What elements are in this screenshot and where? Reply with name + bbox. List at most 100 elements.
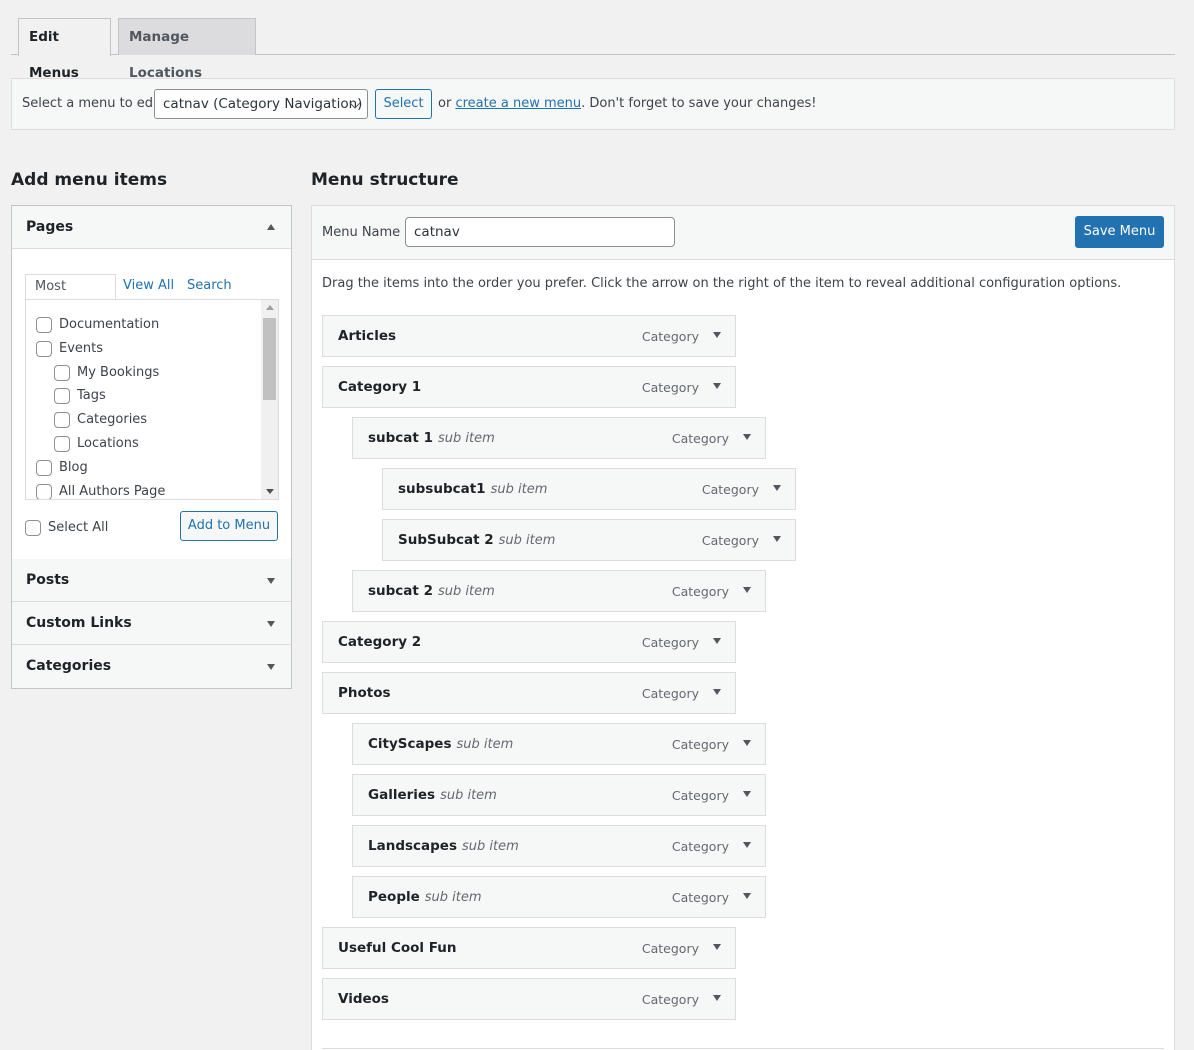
page-checkbox[interactable] (36, 317, 52, 333)
expand-arrow-icon[interactable] (737, 428, 757, 448)
menu-item[interactable]: Landscapes sub item Category (352, 825, 766, 867)
accordion-custom-links-header[interactable]: Custom Links (12, 602, 291, 645)
menu-item-subtitle: sub item (462, 839, 519, 854)
menu-item-title-text: Category 1 (338, 379, 422, 395)
menu-name-input[interactable]: catnav (405, 217, 675, 247)
menu-item-subtitle: sub item (437, 584, 495, 599)
expand-arrow-icon[interactable] (707, 683, 727, 703)
menu-item[interactable]: CityScapes sub item Category (352, 723, 766, 765)
scroll-up-arrow-icon[interactable] (266, 305, 274, 310)
arrow-down-icon (713, 332, 721, 338)
menu-item-title: SubSubcat 2 sub item (398, 532, 555, 548)
page-checkbox-label: Tags (77, 388, 106, 404)
tab-manage-locations[interactable]: Manage Locations (118, 18, 256, 81)
page-checkbox-label: Locations (77, 436, 139, 451)
menu-item-type: Category (701, 533, 759, 548)
scroll-thumb[interactable] (263, 318, 276, 400)
select-all-checkbox[interactable] (25, 520, 41, 536)
menu-item[interactable]: subsubcat1 sub item Category (382, 468, 796, 510)
expand-arrow-icon[interactable] (767, 479, 787, 499)
page-checkbox[interactable] (36, 483, 52, 499)
menu-item-title-text: CityScapes (368, 736, 452, 752)
divider (322, 1048, 1164, 1049)
menu-item-title-text: Videos (338, 991, 389, 1007)
page-checkbox[interactable] (54, 388, 70, 405)
menu-item[interactable]: Useful Cool Fun Category (322, 927, 736, 969)
menu-item-subtitle: sub item (490, 482, 548, 497)
arrow-down-icon (713, 638, 721, 644)
select-button[interactable]: Select (375, 89, 432, 119)
menu-item-subtitle: sub item (424, 890, 482, 905)
expand-arrow-icon[interactable] (737, 581, 757, 601)
menu-item[interactable]: People sub item Category (352, 876, 766, 918)
page-checkbox[interactable] (54, 436, 70, 452)
menu-item[interactable]: Galleries sub item Category (352, 774, 766, 816)
accordion-custom-links-title: Custom Links (26, 615, 132, 631)
menu-item[interactable]: Videos Category (322, 978, 736, 1020)
tab-edit-menus[interactable]: Edit Menus (18, 18, 111, 81)
create-new-menu-link[interactable]: create a new menu (455, 96, 581, 111)
arrow-down-icon (743, 434, 751, 440)
menu-item[interactable]: subcat 1 sub item Category (352, 417, 766, 459)
expand-arrow-icon[interactable] (707, 989, 727, 1009)
arrow-down-icon (773, 485, 781, 491)
arrow-down-icon (743, 893, 751, 899)
menu-item-title: Category 1 (338, 379, 421, 395)
menu-item-title-text: Useful Cool Fun (338, 940, 457, 956)
page-checkbox[interactable] (54, 412, 70, 429)
menu-item-type: Category (641, 380, 699, 395)
expand-arrow-icon[interactable] (737, 887, 757, 907)
arrow-down-icon (743, 740, 751, 746)
menu-item-type: Category (671, 431, 729, 446)
expand-arrow-icon (267, 621, 275, 627)
page-checkbox-label: Events (59, 340, 104, 356)
menu-item[interactable]: Category 1 Category (322, 366, 736, 408)
expand-arrow-icon[interactable] (737, 785, 757, 805)
accordion-pages-header[interactable]: Pages (12, 206, 291, 249)
page-checkbox[interactable] (36, 459, 52, 476)
or-text: or (438, 96, 452, 111)
subtab-view-all[interactable]: View All (123, 274, 174, 300)
select-menu-message: or create a new menu. Don't forget to sa… (438, 96, 816, 111)
page-checkbox[interactable] (54, 364, 70, 381)
save-menu-button[interactable]: Save Menu (1075, 216, 1164, 248)
accordion-posts-title: Posts (26, 572, 70, 588)
expand-arrow-icon[interactable] (737, 734, 757, 754)
select-all-label: Select All (48, 520, 109, 535)
scroll-down-arrow-icon[interactable] (266, 489, 274, 494)
menu-select-dropdown[interactable]: catnav (Category Navigation) (154, 89, 368, 119)
subtab-most-recent[interactable]: Most Recent (25, 274, 116, 318)
page-checkbox-label: Blog (59, 459, 88, 475)
menu-item[interactable]: subcat 2 sub item Category (352, 570, 766, 612)
menu-structure-heading: Menu structure (311, 170, 459, 190)
subtab-search[interactable]: Search (187, 274, 232, 300)
expand-arrow-icon[interactable] (707, 632, 727, 652)
page-checkbox[interactable] (36, 340, 52, 357)
menu-item[interactable]: SubSubcat 2 sub item Category (382, 519, 796, 561)
accordion-posts-header[interactable]: Posts (12, 559, 291, 602)
menu-item[interactable]: Articles Category (322, 315, 736, 357)
menu-item-title: subcat 1 sub item (368, 430, 495, 446)
expand-arrow-icon[interactable] (707, 377, 727, 397)
expand-arrow-icon[interactable] (707, 938, 727, 958)
menu-structure-header: Menu Name catnav Save Menu (312, 206, 1174, 260)
menu-structure-panel: Menu Name catnav Save Menu Drag the item… (311, 205, 1175, 1050)
expand-arrow-icon[interactable] (707, 326, 727, 346)
menu-item-title-text: Photos (338, 685, 391, 701)
page-checkbox-label: All Authors Page (59, 483, 166, 499)
arrow-down-icon (743, 587, 751, 593)
menu-item[interactable]: Category 2 Category (322, 621, 736, 663)
menu-item-type: Category (641, 941, 699, 956)
page-checkbox-label: Categories (77, 412, 148, 428)
menu-item-title: subsubcat1 sub item (398, 481, 547, 497)
scrollbar[interactable] (261, 300, 278, 499)
expand-arrow-icon (267, 578, 275, 584)
menu-item[interactable]: Photos Category (322, 672, 736, 714)
arrow-down-icon (743, 842, 751, 848)
collapse-arrow-icon (267, 224, 275, 230)
expand-arrow-icon[interactable] (737, 836, 757, 856)
add-to-menu-button[interactable]: Add to Menu (180, 511, 278, 541)
arrow-down-icon (713, 995, 721, 1001)
expand-arrow-icon[interactable] (767, 530, 787, 550)
accordion-categories-header[interactable]: Categories (12, 645, 291, 688)
